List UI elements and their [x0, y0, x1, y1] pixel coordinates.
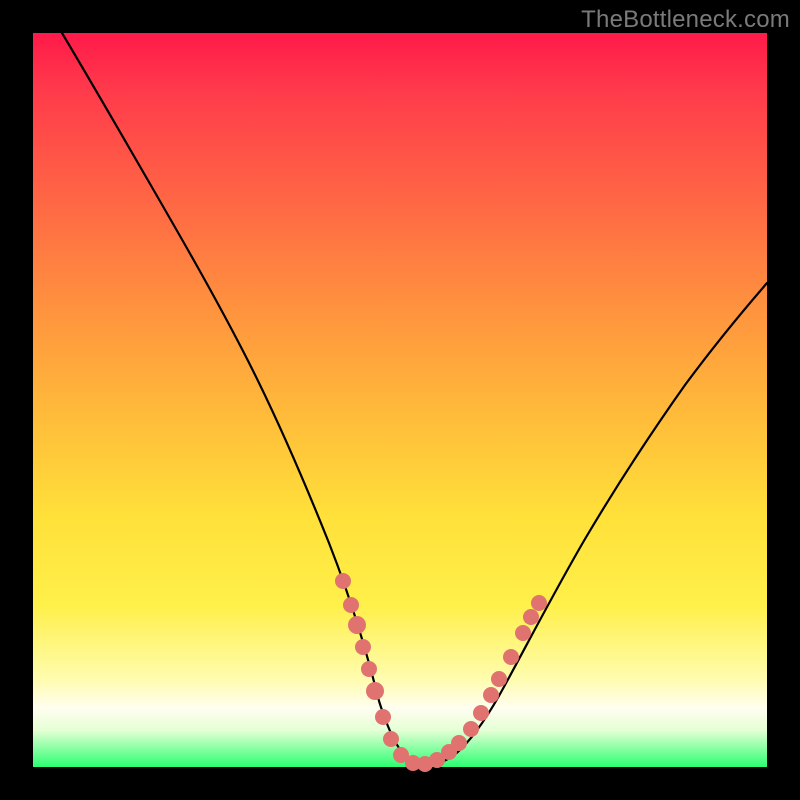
marker-dot [343, 597, 359, 613]
marker-dot [355, 639, 371, 655]
marker-dot [483, 687, 499, 703]
marker-dot [503, 649, 519, 665]
marker-dot [523, 609, 539, 625]
marker-dot [375, 709, 391, 725]
marker-dot [473, 705, 489, 721]
marker-dot [335, 573, 351, 589]
marker-dot [348, 616, 366, 634]
marker-dot [491, 671, 507, 687]
marker-dot [383, 731, 399, 747]
marker-dot [531, 595, 547, 611]
marker-dot [451, 735, 467, 751]
plot-area [33, 33, 767, 767]
bottleneck-curve [62, 33, 767, 765]
curve-svg [33, 33, 767, 767]
marker-dot [366, 682, 384, 700]
watermark-text: TheBottleneck.com [581, 6, 790, 34]
marker-dot [361, 661, 377, 677]
chart-frame: TheBottleneck.com [0, 0, 800, 800]
marker-dot [515, 625, 531, 641]
marker-dot [463, 721, 479, 737]
marker-dots-group [335, 573, 547, 772]
